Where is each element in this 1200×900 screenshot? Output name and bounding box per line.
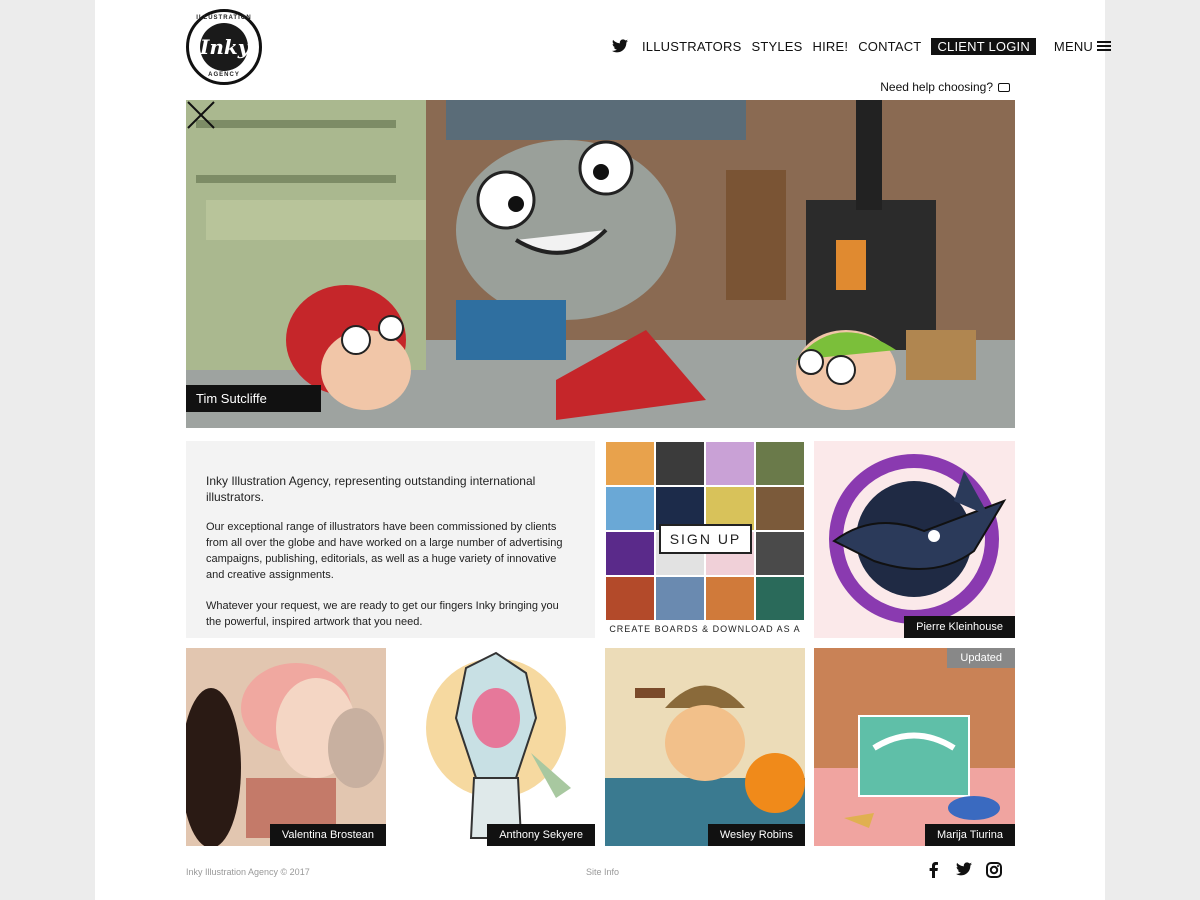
anthony-artwork — [426, 651, 571, 839]
updated-badge: Updated — [947, 648, 1015, 668]
nav-hire[interactable]: HIRE! — [813, 39, 849, 54]
twitter-icon[interactable] — [956, 862, 972, 878]
signup-caption: CREATE BOARDS & DOWNLOAD AS A PDF — [605, 621, 805, 638]
wesley-artwork — [605, 648, 805, 846]
tile-label: Marija Tiurina — [924, 824, 1015, 846]
menu-button[interactable]: MENU — [1054, 39, 1111, 54]
hamburger-icon — [1097, 39, 1111, 53]
logo-main-text: Inky — [200, 23, 249, 71]
next-arrow-icon[interactable] — [186, 100, 204, 130]
signup-tile[interactable]: SIGN UP CREATE BOARDS & DOWNLOAD AS A PD… — [605, 441, 805, 638]
nav-illustrators[interactable]: ILLUSTRATORS — [642, 39, 741, 54]
help-choosing-link[interactable]: Need help choosing? — [880, 80, 1010, 94]
client-login-button[interactable]: CLIENT LOGIN — [931, 37, 1036, 55]
tile-label: Anthony Sekyere — [487, 824, 595, 846]
tile-label: Valentina Brostean — [269, 824, 386, 846]
tile-anthony-sekyere[interactable]: Anthony Sekyere — [396, 648, 595, 846]
menu-label: MENU — [1053, 38, 1093, 54]
hero-caption[interactable]: Tim Sutcliffe — [186, 385, 321, 412]
facebook-icon[interactable] — [926, 862, 942, 878]
intro-paragraph-1: Our exceptional range of illustrators ha… — [206, 521, 563, 581]
tile-label: Pierre Kleinhouse — [904, 616, 1015, 638]
inky-logo[interactable]: ILLUSTRATION Inky AGENCY — [186, 9, 262, 85]
hero-slider: Tim Sutcliffe — [186, 100, 1015, 428]
social-links — [926, 862, 1002, 878]
logo-top-text: ILLUSTRATION — [196, 15, 252, 21]
sign-up-button[interactable]: SIGN UP — [659, 524, 752, 554]
logo-bottom-text: AGENCY — [208, 72, 240, 78]
intro-lead: Inky Illustration Agency, representing o… — [206, 474, 536, 504]
intro-paragraph-2: Whatever your request, we are ready to g… — [206, 600, 559, 628]
site-info-link[interactable]: Site Info — [586, 867, 619, 877]
help-text: Need help choosing? — [880, 80, 993, 94]
tile-label: Wesley Robins — [707, 824, 805, 846]
nav-contact[interactable]: CONTACT — [858, 39, 921, 54]
pierre-artwork — [829, 454, 1007, 624]
tile-pierre-kleinhouse[interactable]: Pierre Kleinhouse — [814, 441, 1015, 638]
intro-panel: Inky Illustration Agency, representing o… — [186, 441, 595, 638]
twitter-icon[interactable] — [612, 39, 628, 53]
hero-illustration — [186, 100, 1015, 428]
copyright-text: Inky Illustration Agency © 2017 — [186, 867, 310, 877]
tile-wesley-robins[interactable]: Wesley Robins — [605, 648, 805, 846]
nav-styles[interactable]: STYLES — [751, 39, 802, 54]
tile-valentina-brostean[interactable]: Valentina Brostean — [186, 648, 386, 846]
tile-marija-tiurina[interactable]: Updated Marija Tiurina — [814, 648, 1015, 846]
chat-bubble-icon — [998, 82, 1010, 92]
main-nav: ILLUSTRATORS STYLES HIRE! CONTACT CLIENT… — [612, 36, 1111, 56]
marija-artwork — [814, 648, 1015, 846]
valentina-artwork — [186, 648, 386, 846]
instagram-icon[interactable] — [986, 862, 1002, 878]
